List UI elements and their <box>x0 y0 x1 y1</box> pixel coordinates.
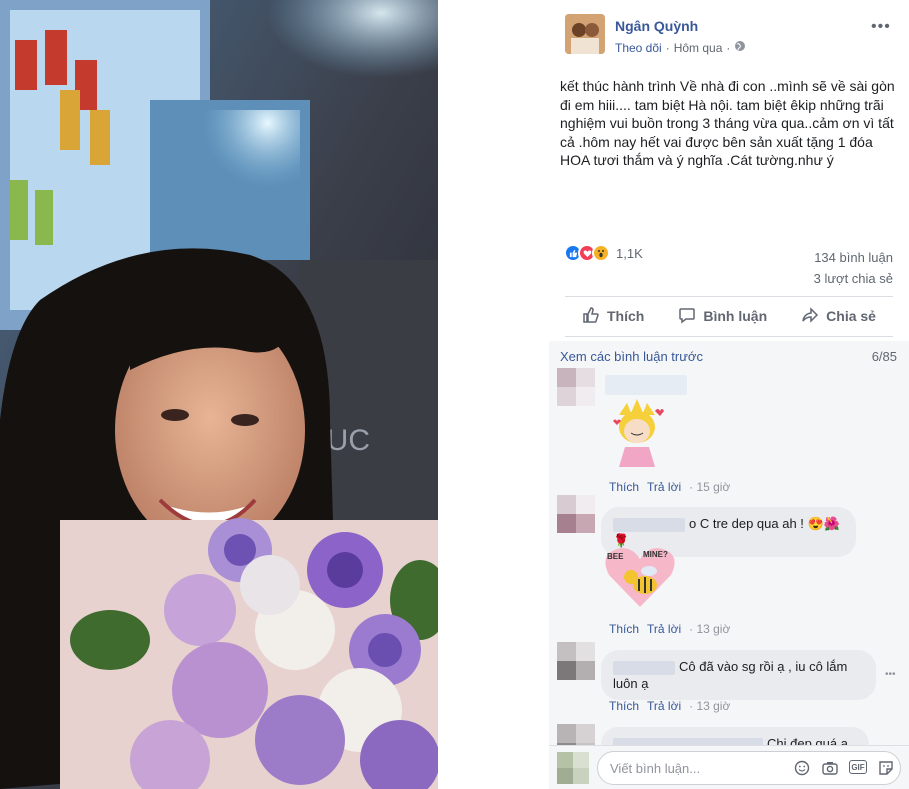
meta-separator-2: · <box>726 40 731 55</box>
thumb-icon <box>582 306 600 327</box>
comment-button[interactable]: Bình luận <box>678 306 767 327</box>
comment-time: · 15 giờ <box>689 480 731 494</box>
comment-time: · 13 giờ <box>689 699 731 713</box>
comment-time: · 13 giờ <box>689 622 731 636</box>
comment-actions: Thích Trả lời · 13 giờ <box>609 699 730 713</box>
comment-like[interactable]: Thích <box>609 622 639 636</box>
post-time[interactable]: Hôm qua <box>674 41 723 55</box>
divider <box>565 336 893 337</box>
author-avatar[interactable] <box>565 14 605 54</box>
comment-label: Bình luận <box>703 308 768 324</box>
share-icon <box>801 306 819 327</box>
comment-like[interactable]: Thích <box>609 699 639 713</box>
comment-composer: Viết bình luận... GIF <box>549 745 909 789</box>
comment-reply[interactable]: Trả lời <box>647 622 681 636</box>
sticker-icon[interactable] <box>877 760 895 776</box>
comment-more-icon[interactable]: ••• <box>885 669 896 680</box>
comments-count: 6/85 <box>871 349 897 364</box>
share-count[interactable]: 3 lượt chia sẻ <box>814 268 893 289</box>
sticker-text: MINE? <box>643 550 668 559</box>
bee-mine-sticker: BEE MINE? <box>603 543 677 609</box>
comment-actions: Thích Trả lời · 15 giờ <box>609 480 730 494</box>
post-stats: 134 bình luận 3 lượt chia sẻ <box>814 247 893 289</box>
comment-time-value: 13 giờ <box>696 622 731 636</box>
follow-link[interactable]: Theo dõi <box>615 41 662 55</box>
comment-placeholder: Viết bình luận... <box>610 761 701 776</box>
post-panel: Ngân Quỳnh Theo dõi · Hôm qua · ••• kết … <box>549 0 909 789</box>
like-label: Thích <box>607 308 645 324</box>
post-photo[interactable]: LUC <box>0 0 438 789</box>
commenter-avatar[interactable] <box>557 368 595 406</box>
globe-icon <box>734 40 746 55</box>
comment-like[interactable]: Thích <box>609 480 639 494</box>
share-label: Chia sẻ <box>826 308 876 324</box>
meta-separator: · <box>665 40 670 55</box>
comment-reply[interactable]: Trả lời <box>647 480 681 494</box>
photo-illustration: LUC <box>0 0 438 789</box>
share-button[interactable]: Chia sẻ <box>801 306 876 327</box>
composer-icons: GIF <box>793 760 895 776</box>
comment-bubble[interactable]: Cô đã vào sg rồi ạ , iu cô lắm luôn ạ <box>601 650 876 700</box>
view-previous-comments[interactable]: Xem các bình luận trước <box>560 349 703 364</box>
sally-heart-sticker <box>609 397 665 477</box>
comments-area: Xem các bình luận trước 6/85 Thích Trả l… <box>549 341 909 789</box>
commenter-name[interactable] <box>613 517 685 532</box>
comment-time-value: 15 giờ <box>696 480 731 494</box>
comment-icon <box>678 306 696 327</box>
action-bar: Thích Bình luận Chia sẻ <box>565 301 893 331</box>
camera-icon[interactable] <box>821 760 839 776</box>
gif-icon[interactable]: GIF <box>849 760 867 774</box>
comment-actions: Thích Trả lời · 13 giờ <box>609 622 730 636</box>
sticker-text: BEE <box>607 552 624 561</box>
commenter-name[interactable] <box>605 375 687 395</box>
commenter-avatar[interactable] <box>557 642 595 680</box>
reaction-count: 1,1K <box>616 245 643 261</box>
reaction-summary[interactable]: 1,1K <box>564 244 643 262</box>
post-text: kết thúc hành trình Về nhà đi con ..mình… <box>560 78 895 168</box>
comment-reply[interactable]: Trả lời <box>647 699 681 713</box>
commenter-name[interactable] <box>613 660 675 675</box>
wow-icon <box>592 244 610 262</box>
my-avatar <box>557 752 589 784</box>
post-meta: Theo dõi · Hôm qua · <box>615 40 746 55</box>
comment-count[interactable]: 134 bình luận <box>814 247 893 268</box>
commenter-avatar[interactable] <box>557 495 595 533</box>
author-name[interactable]: Ngân Quỳnh <box>615 18 698 34</box>
comment-time-value: 13 giờ <box>696 699 731 713</box>
like-button[interactable]: Thích <box>582 306 644 327</box>
divider <box>565 296 893 297</box>
emoji-icon[interactable] <box>793 760 811 776</box>
more-icon[interactable]: ••• <box>871 18 891 36</box>
